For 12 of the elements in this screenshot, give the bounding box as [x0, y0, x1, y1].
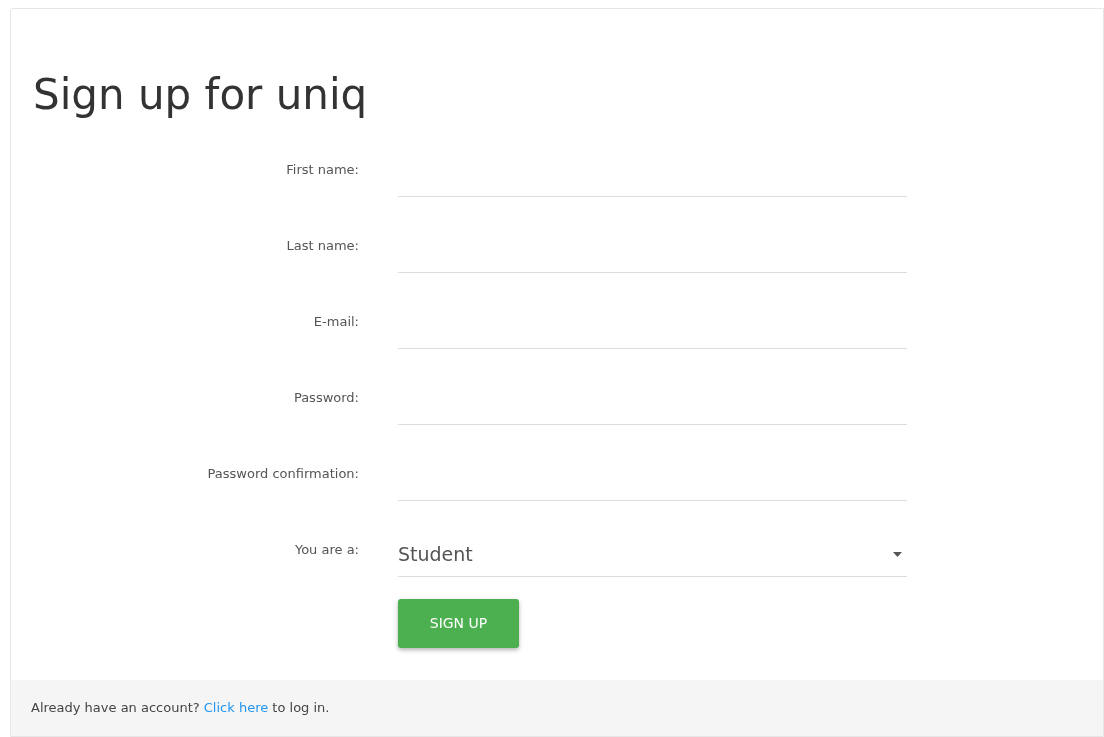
- field-label: Password confirmation:: [206, 464, 359, 483]
- select-field[interactable]: Student: [398, 533, 907, 577]
- field-label: Password:: [292, 388, 359, 407]
- login-link[interactable]: Click here: [203, 700, 269, 716]
- field-label: First name:: [285, 160, 359, 179]
- field-label: Last name:: [285, 236, 359, 255]
- field-label: E-mail:: [312, 312, 359, 331]
- page-title: Sign up for uniq: [33, 69, 368, 121]
- field-label: You are a:: [293, 540, 359, 559]
- sign-up-button[interactable]: SIGN UP: [398, 599, 519, 648]
- caret-icon: [893, 552, 902, 557]
- login-prompt: Already have an account? Click here to log in.: [31, 699, 330, 718]
